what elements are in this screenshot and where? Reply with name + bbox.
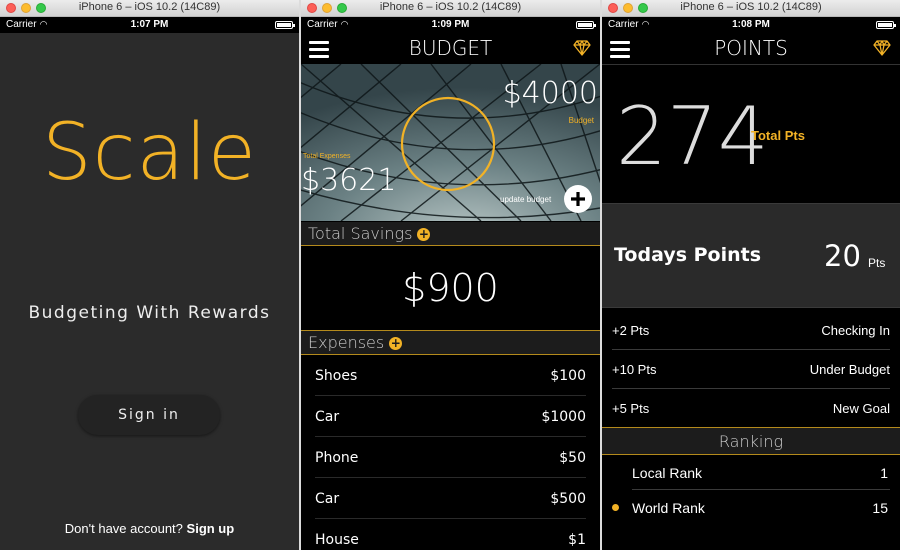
- window-title: iPhone 6 – iOS 10.2 (14C89): [78, 1, 221, 13]
- reward-row: +2 Pts Checking In: [612, 311, 890, 350]
- expense-amount: $100: [550, 368, 586, 384]
- update-budget-button[interactable]: [564, 185, 592, 213]
- diamond-icon[interactable]: [573, 40, 591, 56]
- signup-prompt: Don't have account? Sign up: [0, 521, 299, 536]
- expense-amount: $50: [559, 450, 586, 466]
- clock: 1:08 PM: [732, 19, 770, 30]
- todays-points-unit: Pts: [868, 256, 886, 270]
- ranking-header: Ranking: [602, 427, 900, 455]
- selected-rank-indicator: [612, 504, 619, 511]
- budget-label: Budget: [568, 116, 594, 125]
- window-titlebar: iPhone 6 – iOS 10.2 (14C89): [0, 0, 299, 17]
- status-bar: Carrier ◠ 1:09 PM: [301, 17, 600, 33]
- page-title: BUDGET: [408, 36, 493, 60]
- expenses-list: Shoes $100 Car $1000 Phone $50 Car $500 Hous…: [301, 355, 600, 550]
- expense-row[interactable]: Car $500: [315, 478, 586, 519]
- window-titlebar: iPhone 6 – iOS 10.2 (14C89): [602, 0, 900, 17]
- clock: 1:07 PM: [130, 19, 169, 30]
- expense-amount: $1: [568, 532, 586, 548]
- reward-description: New Goal: [832, 401, 890, 416]
- rank-value: 1: [880, 465, 888, 481]
- savings-label-text: Total Savings: [308, 224, 413, 243]
- todays-points-value: 20: [824, 239, 861, 273]
- nav-bar: BUDGET: [301, 33, 600, 64]
- expense-row[interactable]: Shoes $100: [315, 355, 586, 396]
- update-budget-label: update budget: [500, 195, 552, 204]
- expense-name: House: [315, 532, 359, 548]
- simulator-window-points: iPhone 6 – iOS 10.2 (14C89) Carrier ◠ 1:0…: [602, 0, 900, 550]
- ranking-list: Local Rank 1 World Rank 15: [602, 455, 900, 524]
- rank-value: 15: [872, 500, 888, 516]
- expenses-header-label: Expenses +: [308, 333, 403, 352]
- plus-icon: [571, 192, 585, 206]
- expense-name: Phone: [315, 450, 359, 466]
- savings-amount: $900: [402, 266, 499, 310]
- expense-amount: $1000: [541, 409, 586, 425]
- window-titlebar: iPhone 6 – iOS 10.2 (14C89): [301, 0, 600, 17]
- expenses-header: Expenses +: [301, 331, 600, 355]
- reward-points: +2 Pts: [612, 323, 650, 338]
- window-title: iPhone 6 – iOS 10.2 (14C89): [680, 1, 822, 13]
- battery-icon: [275, 21, 295, 29]
- simulator-window-budget: iPhone 6 – iOS 10.2 (14C89) Carrier ◠ 1:0…: [301, 0, 600, 550]
- total-points-label: Total Pts: [751, 128, 805, 143]
- diamond-icon[interactable]: [873, 40, 891, 56]
- total-expenses-label: Total Expenses: [303, 153, 351, 160]
- expense-name: Shoes: [315, 368, 358, 384]
- budget-amount: $4000: [502, 76, 598, 111]
- budget-hero: $4000 Budget Total Expenses $3621 update…: [301, 64, 600, 221]
- window-title: iPhone 6 – iOS 10.2 (14C89): [379, 1, 522, 13]
- page-title: POINTS: [714, 36, 788, 60]
- nav-bar: POINTS: [602, 33, 900, 64]
- expenses-label-text: Expenses: [308, 333, 385, 352]
- reward-description: Checking In: [821, 323, 890, 338]
- expense-amount: $500: [550, 491, 586, 507]
- rank-name: World Rank: [632, 500, 705, 516]
- rank-row: World Rank 15: [612, 490, 890, 524]
- savings-panel: $900: [301, 246, 600, 331]
- todays-points-panel: Todays Points 20 Pts: [602, 203, 900, 308]
- savings-header-label: Total Savings +: [308, 224, 431, 243]
- expense-name: Car: [315, 409, 340, 425]
- expense-name: Car: [315, 491, 340, 507]
- status-bar: Carrier ◠ 1:08 PM: [602, 17, 900, 33]
- add-savings-plus-icon[interactable]: +: [417, 228, 431, 241]
- reward-description: Under Budget: [809, 362, 890, 377]
- rank-row: Local Rank 1: [632, 455, 890, 490]
- expense-row[interactable]: Car $1000: [315, 396, 586, 437]
- reward-row: +10 Pts Under Budget: [612, 350, 890, 389]
- app-logo: Scale: [42, 108, 257, 198]
- battery-icon: [876, 21, 896, 29]
- ranking-label: Ranking: [718, 432, 784, 451]
- sign-in-button[interactable]: Sign in: [78, 395, 220, 435]
- sign-up-link[interactable]: Sign up: [187, 521, 235, 536]
- expense-row[interactable]: Phone $50: [315, 437, 586, 478]
- total-expenses-amount: $3621: [301, 163, 397, 198]
- savings-header: Total Savings +: [301, 222, 600, 246]
- expense-row[interactable]: House $1: [315, 519, 586, 550]
- nav-divider: [602, 64, 900, 65]
- battery-icon: [576, 21, 596, 29]
- todays-points-label: Todays Points: [614, 244, 762, 266]
- rank-name: Local Rank: [632, 465, 703, 481]
- simulator-window-login: iPhone 6 – iOS 10.2 (14C89) Carrier ◠ 1:0…: [0, 0, 299, 550]
- clock: 1:09 PM: [431, 19, 470, 30]
- reward-row: +5 Pts New Goal: [612, 389, 890, 427]
- total-points-value: 274: [616, 90, 769, 183]
- no-account-text: Don't have account?: [64, 521, 183, 536]
- reward-points: +5 Pts: [612, 401, 650, 416]
- reward-points: +10 Pts: [612, 362, 657, 377]
- rewards-list: +2 Pts Checking In +10 Pts Under Budget +5…: [602, 311, 900, 427]
- add-expense-plus-icon[interactable]: +: [389, 337, 403, 350]
- status-bar: Carrier ◠ 1:07 PM: [0, 17, 299, 33]
- tagline: Budgeting With Rewards: [28, 303, 271, 323]
